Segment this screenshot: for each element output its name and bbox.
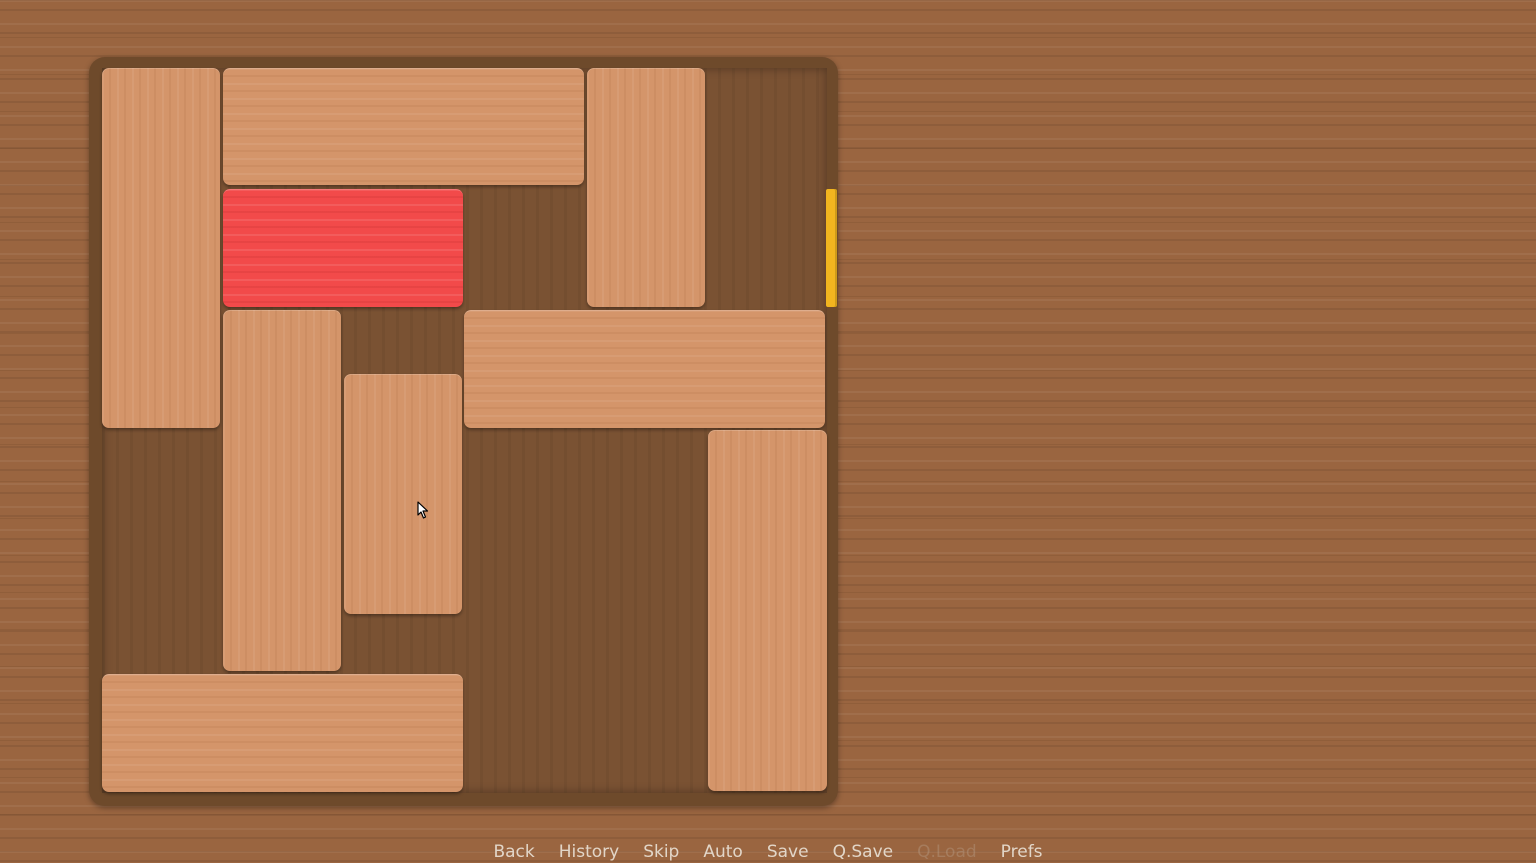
target-block-red[interactable] [223,189,463,307]
prefs-button[interactable]: Prefs [989,842,1055,863]
block-vertical-col4-top[interactable] [587,68,705,307]
block-vertical-col5-bottom[interactable] [708,430,827,791]
save-button[interactable]: Save [755,842,821,863]
block-vertical-col2-middle[interactable] [344,374,462,614]
arrow-cursor-icon [417,501,429,519]
auto-button[interactable]: Auto [691,842,754,863]
block-vertical-col0[interactable] [102,68,220,428]
quick-load-button: Q.Load [917,842,977,862]
block-horizontal-top[interactable] [223,68,584,185]
block-horizontal-bottom[interactable] [102,674,463,792]
quick-save-button[interactable]: Q.Save [821,842,906,863]
skip-button[interactable]: Skip [631,842,691,863]
exit-marker [826,189,837,307]
block-vertical-col1-middle[interactable] [223,310,341,671]
block-horizontal-middle-right[interactable] [464,310,825,428]
history-button[interactable]: History [547,842,631,863]
back-button[interactable]: Back [481,842,546,863]
quick-menu: Back History Skip Auto Save Q.Save Q.Loa… [0,842,1536,863]
